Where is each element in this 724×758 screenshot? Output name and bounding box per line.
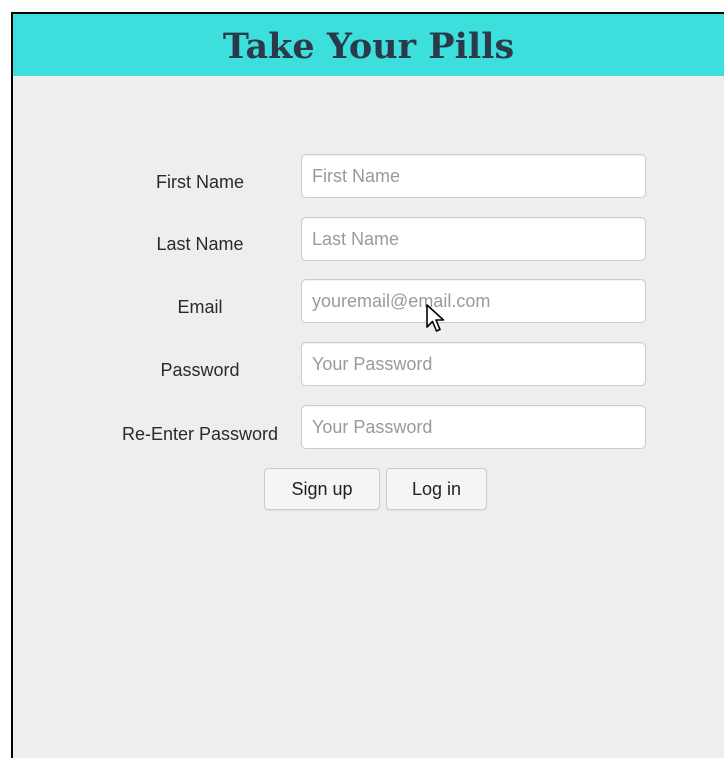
password-label: Password (160, 360, 240, 380)
login-button[interactable]: Log in (386, 468, 487, 510)
mouse-pointer-icon (426, 304, 445, 332)
email-label: Email (177, 297, 223, 317)
signup-form: First Name Last Name Email Password Re-E… (13, 14, 724, 758)
reenter-password-label: Re-Enter Password (121, 424, 279, 444)
password-input[interactable] (301, 342, 646, 386)
app-window: Take Your Pills First Name Last Name Ema… (11, 12, 724, 758)
email-input[interactable] (301, 279, 646, 323)
last-name-label: Last Name (156, 234, 244, 254)
reenter-password-input[interactable] (301, 405, 646, 449)
first-name-input[interactable] (301, 154, 646, 198)
first-name-label: First Name (155, 172, 244, 192)
last-name-input[interactable] (301, 217, 646, 261)
signup-button[interactable]: Sign up (264, 468, 380, 510)
